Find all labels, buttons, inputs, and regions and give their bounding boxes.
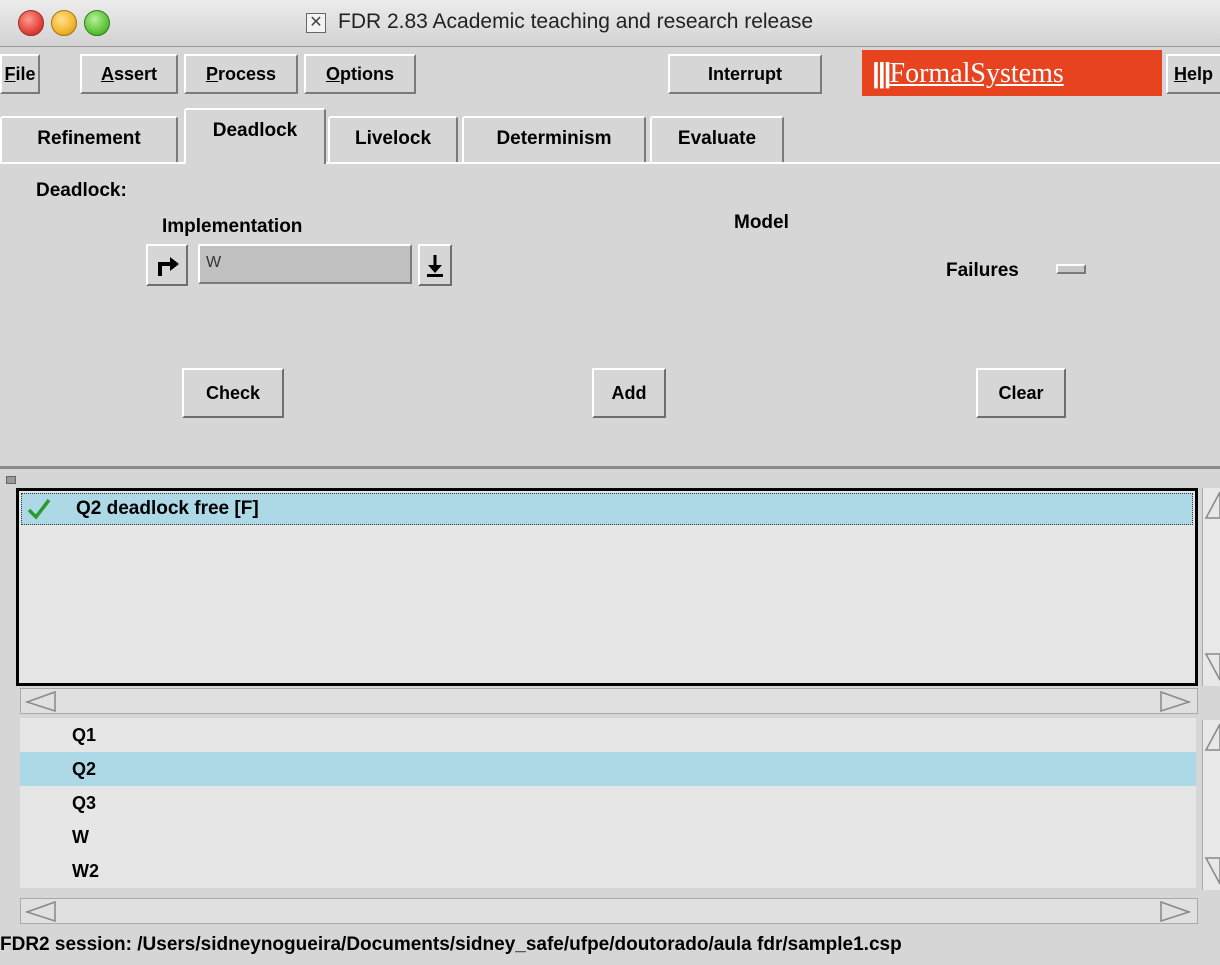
menu-file-label: ile bbox=[15, 64, 36, 84]
implementation-value: W bbox=[206, 254, 222, 271]
checkmark-icon bbox=[27, 498, 51, 520]
menu-process-label: rocess bbox=[217, 64, 277, 84]
scroll-down-arrow-icon[interactable] bbox=[1204, 652, 1220, 682]
menu-options[interactable]: Options bbox=[304, 54, 416, 94]
assertions-horizontal-scrollbar[interactable] bbox=[20, 688, 1198, 714]
interrupt-button[interactable]: Interrupt bbox=[668, 54, 822, 94]
scroll-right-arrow-icon[interactable] bbox=[1157, 900, 1193, 922]
implementation-input[interactable]: W bbox=[198, 244, 412, 284]
window-title: FDR 2.83 Academic teaching and research … bbox=[338, 10, 814, 33]
process-item-q2[interactable]: Q2 bbox=[20, 752, 1196, 786]
process-item-w2[interactable]: W2 bbox=[20, 854, 1196, 888]
menu-process-accel: P bbox=[205, 64, 218, 84]
process-vertical-scrollbar[interactable] bbox=[1202, 720, 1220, 890]
menu-help-label: elp bbox=[1187, 64, 1214, 84]
add-button[interactable]: Add bbox=[592, 368, 666, 418]
tab-determinism[interactable]: Determinism bbox=[462, 116, 646, 162]
status-bar: FDR2 session: /Users/sidneynogueira/Docu… bbox=[0, 934, 902, 955]
pane-sash-handle[interactable] bbox=[6, 476, 16, 484]
tab-evaluate[interactable]: Evaluate bbox=[650, 116, 784, 162]
zoom-window-icon[interactable] bbox=[84, 10, 110, 36]
tab-deadlock[interactable]: Deadlock bbox=[184, 108, 326, 164]
down-arrow-bar-icon bbox=[427, 255, 443, 277]
menu-file[interactable]: File bbox=[0, 54, 40, 94]
scroll-left-arrow-icon[interactable] bbox=[23, 690, 59, 712]
process-horizontal-scrollbar[interactable] bbox=[20, 898, 1198, 924]
clear-button[interactable]: Clear bbox=[976, 368, 1066, 418]
failures-label: Failures bbox=[946, 260, 1019, 281]
formal-systems-logo: |||FormalSystems bbox=[862, 50, 1162, 96]
menu-file-accel: F bbox=[4, 64, 16, 84]
process-item-w[interactable]: W bbox=[20, 820, 1196, 854]
scroll-right-arrow-icon[interactable] bbox=[1157, 690, 1193, 712]
menu-assert-accel: A bbox=[100, 64, 114, 84]
scroll-left-arrow-icon[interactable] bbox=[23, 900, 59, 922]
follow-selection-button[interactable] bbox=[146, 244, 188, 286]
scroll-up-arrow-icon[interactable] bbox=[1204, 722, 1220, 752]
minimize-window-icon[interactable] bbox=[51, 10, 77, 36]
process-item-q3[interactable]: Q3 bbox=[20, 786, 1196, 820]
menu-assert-label: ssert bbox=[113, 64, 158, 84]
menu-assert[interactable]: Assert bbox=[80, 54, 178, 94]
implementation-dropdown-button[interactable] bbox=[418, 244, 452, 286]
check-button[interactable]: Check bbox=[182, 368, 284, 418]
model-label: Model bbox=[734, 212, 789, 233]
failures-radio[interactable] bbox=[1056, 264, 1086, 274]
tab-livelock[interactable]: Livelock bbox=[328, 116, 458, 162]
logo-bars: ||| bbox=[872, 57, 891, 88]
process-item-q1[interactable]: Q1 bbox=[20, 718, 1196, 752]
menu-process[interactable]: Process bbox=[184, 54, 298, 94]
menu-options-accel: O bbox=[325, 64, 340, 84]
implementation-label: Implementation bbox=[162, 216, 303, 237]
menu-help-accel: H bbox=[1174, 64, 1187, 84]
menu-options-label: ptions bbox=[340, 64, 394, 84]
scroll-up-arrow-icon[interactable] bbox=[1204, 490, 1220, 520]
assertion-text: Q2 deadlock free [F] bbox=[76, 498, 259, 519]
assertions-vertical-scrollbar[interactable] bbox=[1202, 488, 1220, 686]
scroll-down-arrow-icon[interactable] bbox=[1204, 856, 1220, 886]
x11-icon: ✕ bbox=[306, 13, 326, 33]
logo-text: FormalSystems bbox=[889, 58, 1064, 89]
tab-strip-line bbox=[0, 162, 1220, 164]
pane-divider bbox=[0, 466, 1220, 469]
assertions-list[interactable]: Q2 deadlock free [F] bbox=[16, 488, 1198, 686]
title-bar: ✕ FDR 2.83 Academic teaching and researc… bbox=[0, 0, 1220, 47]
tab-refinement[interactable]: Refinement bbox=[0, 116, 178, 162]
assertion-row[interactable]: Q2 deadlock free [F] bbox=[21, 493, 1193, 525]
corner-arrow-right-icon bbox=[158, 257, 179, 276]
deadlock-heading: Deadlock: bbox=[36, 180, 127, 201]
process-list[interactable]: Q1 Q2 Q3 W W2 bbox=[20, 718, 1196, 888]
close-window-icon[interactable] bbox=[18, 10, 44, 36]
menu-help[interactable]: Help bbox=[1166, 54, 1220, 94]
